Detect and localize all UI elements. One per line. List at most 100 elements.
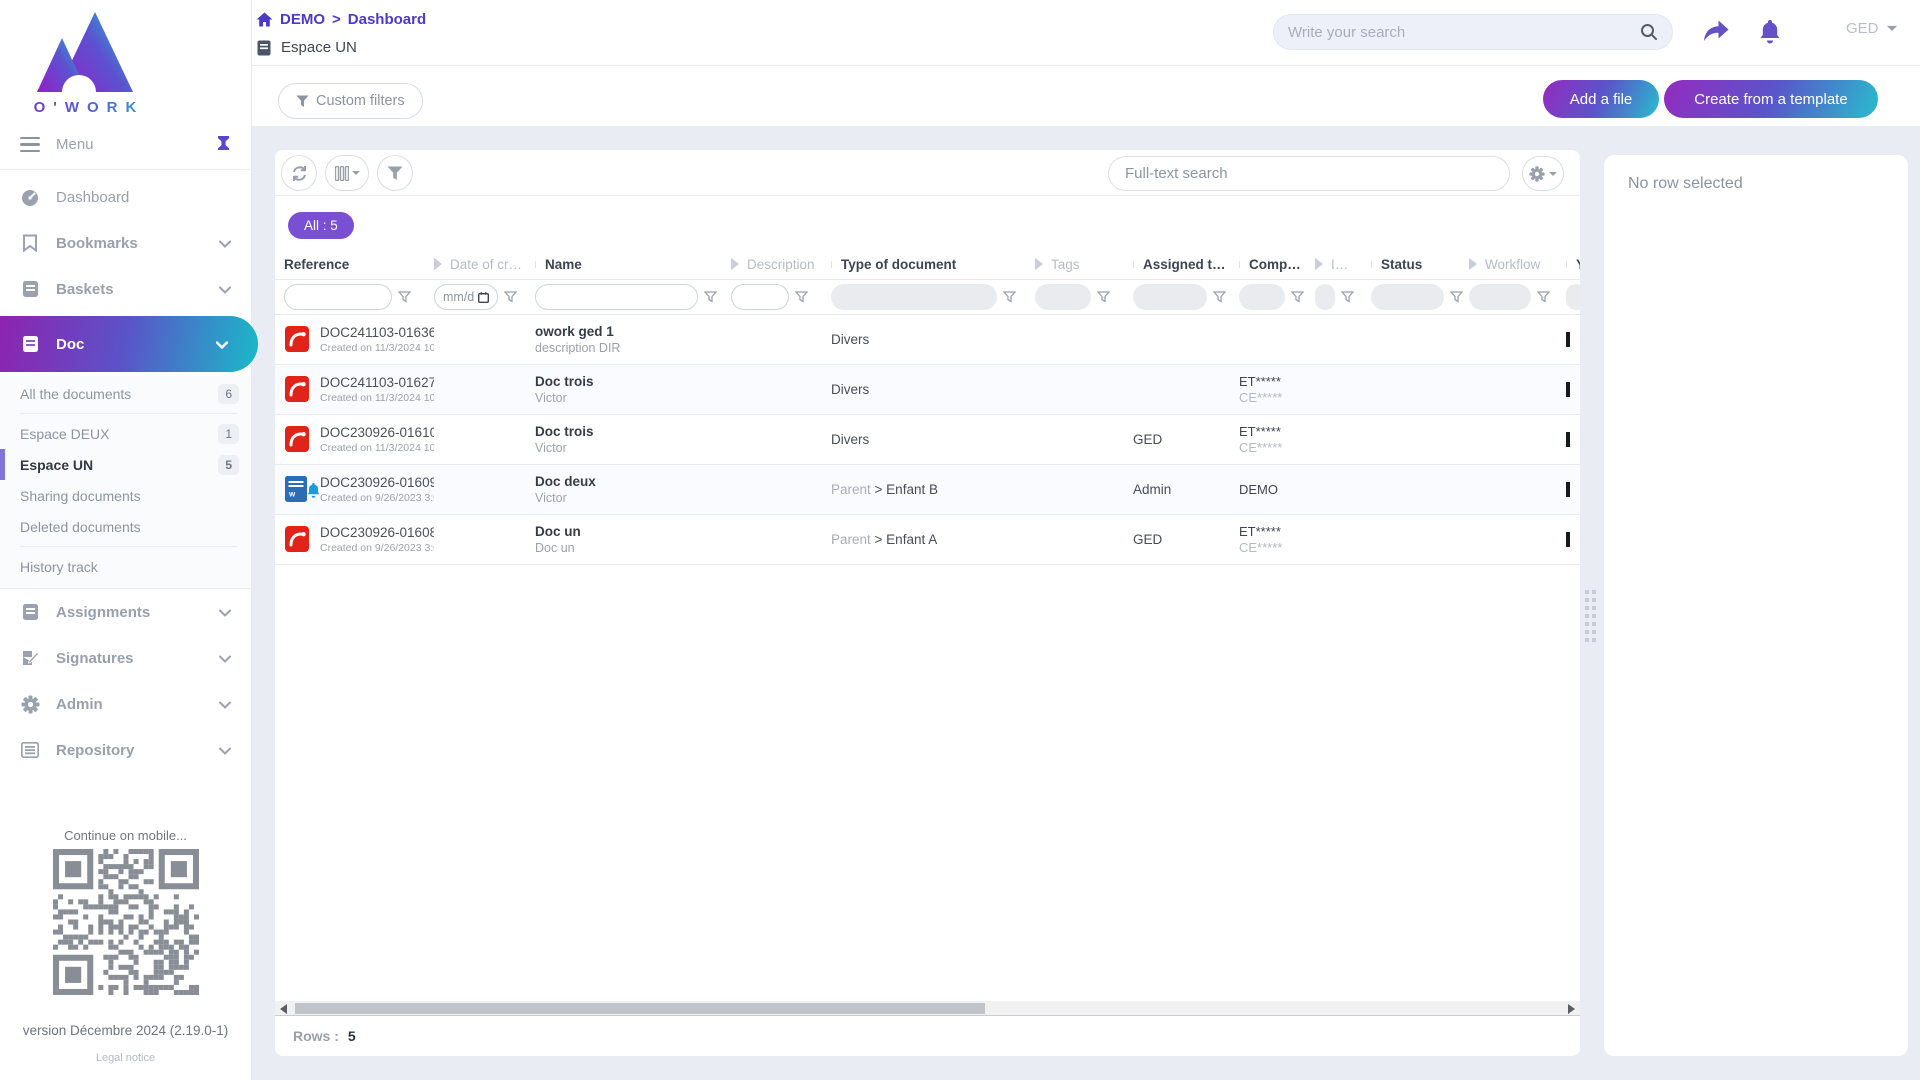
sidebar-subitem[interactable]: Deleted documents — [0, 511, 251, 542]
book-icon — [257, 40, 271, 55]
sidebar-subitem-label: History track — [20, 558, 98, 575]
column-filter-input[interactable] — [1315, 284, 1335, 310]
table-settings-button[interactable] — [1522, 156, 1564, 191]
dashboard-icon — [20, 187, 40, 207]
scrollbar-thumb[interactable] — [295, 1003, 985, 1014]
column-filter-input[interactable] — [1035, 284, 1091, 310]
sidebar-subitem[interactable]: Sharing documents — [0, 480, 251, 511]
column-filter-input[interactable] — [1133, 284, 1207, 310]
sidebar-item-baskets[interactable]: Baskets — [0, 266, 251, 312]
share-button[interactable] — [1698, 14, 1734, 50]
date-filter-input[interactable]: mm/d — [434, 284, 499, 310]
filter-funnel-icon[interactable] — [1537, 291, 1550, 303]
columns-button[interactable] — [325, 155, 369, 191]
filter-funnel-icon[interactable] — [398, 291, 411, 303]
breadcrumb-current[interactable]: Dashboard — [348, 11, 426, 28]
add-file-button[interactable]: Add a file — [1543, 80, 1659, 118]
column-header[interactable]: Name — [535, 257, 731, 272]
table-row[interactable]: w DOC230926-01610-3 Created on 11/3/2024… — [275, 415, 1580, 465]
column-filter-input[interactable] — [1239, 284, 1285, 310]
filter-funnel-icon[interactable] — [1450, 291, 1463, 303]
column-filter-input[interactable] — [1371, 284, 1444, 310]
fulltext-search-input[interactable] — [1108, 156, 1510, 191]
sidebar-subitem[interactable]: History track — [0, 551, 251, 582]
app-logo[interactable]: O'WORK — [0, 0, 170, 120]
sidebar-subitem[interactable]: Espace UN 5 — [0, 449, 251, 480]
sidebar-item-signatures[interactable]: Signatures — [0, 635, 251, 681]
column-filter-input[interactable] — [731, 284, 789, 310]
notifications-button[interactable] — [1752, 14, 1788, 50]
filter-icon — [296, 95, 309, 107]
workflow-cell — [1469, 315, 1566, 364]
column-header[interactable]: Type of document — [831, 257, 1035, 272]
filter-funnel-icon[interactable] — [1097, 291, 1110, 303]
hamburger-icon[interactable] — [20, 136, 40, 153]
filter-button[interactable] — [377, 155, 413, 191]
column-filter-cell — [1133, 284, 1239, 310]
sidebar-item-dashboard[interactable]: Dashboard — [0, 174, 251, 220]
filter-funnel-icon[interactable] — [1213, 291, 1226, 303]
legal-notice-link[interactable]: Legal notice — [0, 1052, 251, 1064]
scroll-right-arrow-icon[interactable] — [1568, 1004, 1575, 1014]
table-row[interactable]: w DOC241103-01627-0 Created on 11/3/2024… — [275, 365, 1580, 415]
company-line-1: ET***** — [1239, 374, 1281, 389]
column-header[interactable]: Workflow — [1469, 257, 1566, 272]
sidebar-item-admin[interactable]: Admin — [0, 681, 251, 727]
column-header[interactable]: Description — [731, 257, 831, 272]
search-icon[interactable] — [1640, 23, 1658, 41]
tab-all[interactable]: All : 5 — [288, 212, 354, 239]
caret-down-icon — [351, 171, 360, 175]
refresh-button[interactable] — [281, 155, 317, 191]
user-menu[interactable]: GED — [1846, 20, 1897, 37]
filter-funnel-icon[interactable] — [704, 291, 717, 303]
column-header[interactable]: Reference — [284, 257, 434, 272]
scroll-left-arrow-icon[interactable] — [280, 1004, 287, 1014]
rows-label: Rows : — [293, 1028, 339, 1044]
filter-funnel-icon[interactable] — [795, 291, 808, 303]
global-search-input[interactable] — [1288, 23, 1640, 41]
horizontal-scrollbar[interactable] — [275, 1001, 1580, 1016]
filter-funnel-icon[interactable] — [1291, 291, 1304, 303]
column-filter-input[interactable] — [1566, 284, 1580, 310]
column-header-label: Status — [1381, 256, 1423, 272]
create-from-template-button[interactable]: Create from a template — [1664, 80, 1878, 118]
column-header[interactable]: I… — [1315, 257, 1371, 272]
column-filter-input[interactable] — [831, 284, 997, 310]
panel-resize-handle[interactable] — [1584, 588, 1597, 651]
column-header[interactable]: Assigned t… — [1133, 257, 1239, 272]
column-filter-input[interactable] — [535, 284, 698, 310]
no-row-selected-label: No row selected — [1628, 175, 1743, 192]
custom-filters-button[interactable]: Custom filters — [278, 83, 423, 119]
sidebar-subitem-label: Deleted documents — [20, 518, 141, 535]
table-row[interactable]: w DOC230926-01609-0 Created on 9/26/2023… — [275, 465, 1580, 515]
sidebar-item-assignments[interactable]: Assignments — [0, 589, 251, 635]
filter-funnel-icon[interactable] — [504, 291, 518, 303]
assigned-to: GED — [1133, 432, 1163, 447]
sidebar-subitem[interactable]: All the documents 6 — [0, 378, 251, 409]
column-header-label: Reference — [284, 256, 350, 272]
filter-funnel-icon[interactable] — [1341, 291, 1354, 303]
column-header[interactable]: Comp… — [1239, 257, 1315, 272]
status-cell — [1371, 415, 1469, 464]
description-cell — [731, 515, 831, 564]
column-filter-input[interactable] — [284, 284, 392, 310]
breadcrumb-root[interactable]: DEMO — [280, 11, 325, 28]
date-cell — [434, 415, 535, 464]
column-header[interactable]: Tags — [1035, 257, 1133, 272]
column-filter-cell — [1315, 284, 1371, 310]
sidebar-subitem[interactable]: Espace DEUX 1 — [0, 418, 251, 449]
column-header-label: I… — [1331, 256, 1349, 272]
pin-sidebar-icon[interactable] — [216, 135, 231, 155]
column-header[interactable]: Date of cr… — [434, 257, 535, 272]
table-row[interactable]: w DOC241103-01636-0 Created on 11/3/2024… — [275, 315, 1580, 365]
column-header[interactable]: Status — [1371, 257, 1469, 272]
column-filter-input[interactable] — [1469, 284, 1531, 310]
column-header-label: Description — [747, 256, 815, 272]
sidebar-item-doc[interactable]: Doc — [0, 316, 258, 372]
breadcrumb[interactable]: DEMO > Dashboard — [256, 11, 426, 28]
table-row[interactable]: w DOC230926-01608-0 Created on 9/26/2023… — [275, 515, 1580, 565]
column-header[interactable]: Y… — [1566, 257, 1580, 272]
filter-funnel-icon[interactable] — [1003, 291, 1016, 303]
sidebar-item-bookmarks[interactable]: Bookmarks — [0, 220, 251, 266]
sidebar-item-repository[interactable]: Repository — [0, 727, 251, 773]
